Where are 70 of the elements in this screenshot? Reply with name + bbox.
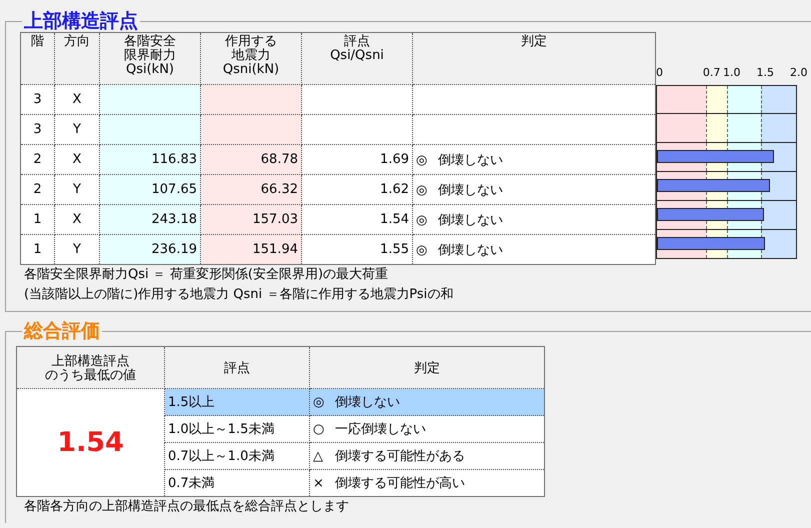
table-cell: 2 — [20, 144, 54, 174]
section-title: 上部構造評点 — [23, 10, 139, 32]
column-header: 方向 — [63, 35, 91, 49]
table-cell: Y — [54, 174, 100, 204]
judgment-symbol: ◎ — [416, 182, 428, 198]
scale-label: 0.7 — [702, 66, 720, 79]
table-cell: 1.55 — [302, 234, 412, 264]
column-header: 各階安全 — [123, 35, 177, 49]
table-cell: X — [54, 144, 100, 174]
judgment-text: 倒壊する可能性が高い — [335, 476, 465, 491]
section-title: 総合評価 — [22, 320, 101, 342]
judgment-text: 倒壊する可能性がある — [335, 449, 465, 464]
table-cell: 1.0以上～1.5未満 — [164, 416, 310, 442]
column-header: 評点 — [223, 362, 251, 376]
table-cell: Y — [54, 234, 100, 264]
scale-label: 1.5 — [756, 66, 774, 79]
scale-label: 2.0 — [790, 66, 808, 79]
judgment-symbol: △ — [313, 449, 324, 464]
table-cell: 157.03 — [200, 204, 302, 234]
note-text: 各階安全限界耐力Qsi ＝ 荷重変形関係(安全限界用)の最大荷重 — [23, 266, 390, 284]
table-cell: 1.5以上 — [164, 388, 310, 416]
judgment-symbol: ◎ — [313, 395, 326, 410]
judgment-symbol: ◎ — [416, 242, 428, 258]
judgment-symbol: ○ — [313, 422, 326, 437]
judgment-text: 倒壊しない — [438, 212, 503, 228]
table-cell: 236.19 — [100, 234, 200, 264]
scale-label: 1.0 — [723, 66, 740, 79]
column-header: 評点 — [343, 35, 371, 49]
table-cell: 1.62 — [302, 174, 412, 204]
table-cell: 1.54 — [302, 204, 412, 234]
judgment-text: 倒壊しない — [335, 395, 400, 410]
table-cell: 243.18 — [100, 204, 200, 234]
table-cell: 1 — [20, 234, 54, 264]
column-header: 階 — [30, 35, 45, 49]
column-header: 地震力 — [230, 49, 272, 63]
column-header: Qsni(kN) — [222, 63, 280, 77]
judgment-symbol: × — [313, 476, 325, 491]
judgment-text: 一応倒壊しない — [335, 422, 426, 437]
note-text: (当該階以上の階に)作用する地震力 Qsni ＝各階に作用する地震力Psiの和 — [23, 286, 454, 304]
lowest-score-value: 1.54 — [16, 388, 164, 496]
column-header: 上部構造評点 — [50, 354, 130, 368]
table-cell: 107.65 — [100, 174, 200, 204]
column-header: のうち最低の値 — [44, 368, 137, 382]
table-cell: 2 — [20, 174, 54, 204]
scale-label: 0 — [656, 66, 663, 79]
column-header: Qsi(kN) — [124, 63, 175, 77]
table-cell: X — [54, 84, 100, 114]
judgment-text: 倒壊しない — [438, 242, 503, 258]
column-header: 判定 — [413, 362, 441, 376]
table-cell: 66.32 — [200, 174, 302, 204]
table-cell: 3 — [20, 114, 54, 144]
note-text: 各階各方向の上部構造評点の最低点を総合評点とします — [23, 498, 350, 516]
table-cell: 0.7未満 — [164, 470, 310, 496]
column-header: Qsi/Qsni — [329, 49, 385, 63]
judgment-symbol: ◎ — [416, 152, 428, 168]
table-cell: 3 — [20, 84, 54, 114]
table-cell: 1 — [20, 204, 54, 234]
judgment-text: 倒壊しない — [438, 152, 503, 168]
judgment-text: 倒壊しない — [438, 182, 503, 198]
table-cell: X — [54, 204, 100, 234]
table-cell: 0.7以上～1.0未満 — [164, 442, 310, 470]
column-header: 作用する — [224, 35, 278, 49]
table-cell: 68.78 — [200, 144, 302, 174]
table-cell: 151.94 — [200, 234, 302, 264]
judgment-symbol: ◎ — [416, 212, 428, 228]
table-cell: 1.69 — [302, 144, 412, 174]
column-header: 判定 — [520, 35, 548, 49]
table-cell: Y — [54, 114, 100, 144]
table-cell: 116.83 — [100, 144, 200, 174]
column-header: 限界耐力 — [123, 49, 177, 63]
